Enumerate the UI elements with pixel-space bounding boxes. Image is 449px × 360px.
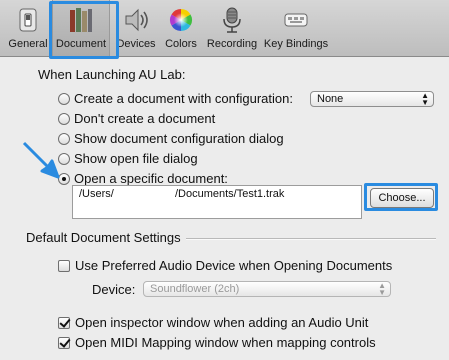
speaker-icon bbox=[125, 8, 148, 32]
checkbox-use-preferred-device[interactable] bbox=[58, 260, 70, 272]
callout-arrow-icon bbox=[22, 141, 60, 179]
tab-recording[interactable]: Recording bbox=[203, 0, 261, 56]
tab-general-label: General bbox=[8, 38, 48, 50]
tab-colors-label: Colors bbox=[165, 38, 197, 50]
device-label: Device: bbox=[92, 282, 136, 297]
configuration-popup-value: None bbox=[317, 93, 344, 105]
radio-open-specific-label: Open a specific document: bbox=[74, 171, 228, 186]
document-icon bbox=[70, 8, 92, 32]
radio-dont-create-label: Don't create a document bbox=[74, 111, 216, 126]
choose-button[interactable]: Choose... bbox=[370, 188, 434, 208]
device-popup-arrows-icon: ▲ ▼ bbox=[378, 281, 386, 297]
document-path-field[interactable]: /Users/ /Documents/Test1.trak bbox=[72, 185, 362, 219]
tab-recording-label: Recording bbox=[206, 38, 258, 50]
switch-icon bbox=[19, 8, 37, 32]
defaults-separator bbox=[186, 238, 436, 240]
launching-heading: When Launching AU Lab: bbox=[38, 67, 186, 82]
checkbox-open-inspector[interactable] bbox=[58, 317, 70, 329]
keyboard-icon bbox=[284, 13, 308, 27]
radio-dont-create[interactable] bbox=[58, 113, 70, 125]
microphone-icon bbox=[223, 7, 241, 33]
device-popup-value: Soundflower (2ch) bbox=[150, 283, 240, 295]
checkbox-open-midi-mapping[interactable] bbox=[58, 337, 70, 349]
tab-document[interactable]: Document bbox=[52, 0, 110, 56]
tab-key-bindings-label: Key Bindings bbox=[263, 38, 329, 50]
tab-document-label: Document bbox=[55, 38, 107, 50]
tab-colors[interactable]: Colors bbox=[160, 0, 202, 56]
radio-create-document[interactable] bbox=[58, 93, 70, 105]
tab-general[interactable]: General bbox=[3, 0, 53, 56]
checkbox-open-inspector-label: Open inspector window when adding an Aud… bbox=[75, 315, 369, 330]
device-popup[interactable]: Soundflower (2ch) ▲ ▼ bbox=[143, 281, 391, 297]
preferences-toolbar: General Document Devices Colors Recordin… bbox=[0, 0, 449, 59]
checkbox-use-preferred-device-label: Use Preferred Audio Device when Opening … bbox=[75, 258, 393, 273]
document-preferences-pane: When Launching AU Lab: Create a document… bbox=[0, 57, 449, 360]
preferences-window: General Document Devices Colors Recordin… bbox=[0, 0, 449, 360]
popup-arrows-icon: ▲ ▼ bbox=[421, 91, 429, 107]
defaults-heading: Default Document Settings bbox=[26, 230, 181, 245]
checkbox-open-midi-mapping-label: Open MIDI Mapping window when mapping co… bbox=[75, 335, 376, 350]
radio-show-open-dialog-label: Show open file dialog bbox=[74, 151, 198, 166]
radio-show-config-dialog-label: Show document configuration dialog bbox=[74, 131, 284, 146]
color-wheel-icon bbox=[170, 9, 192, 31]
radio-create-document-label: Create a document with configuration: bbox=[74, 91, 293, 106]
configuration-popup[interactable]: None ▲ ▼ bbox=[310, 91, 434, 107]
tab-devices-label: Devices bbox=[116, 38, 156, 50]
tab-devices[interactable]: Devices bbox=[113, 0, 159, 56]
tab-key-bindings[interactable]: Key Bindings bbox=[263, 0, 329, 56]
